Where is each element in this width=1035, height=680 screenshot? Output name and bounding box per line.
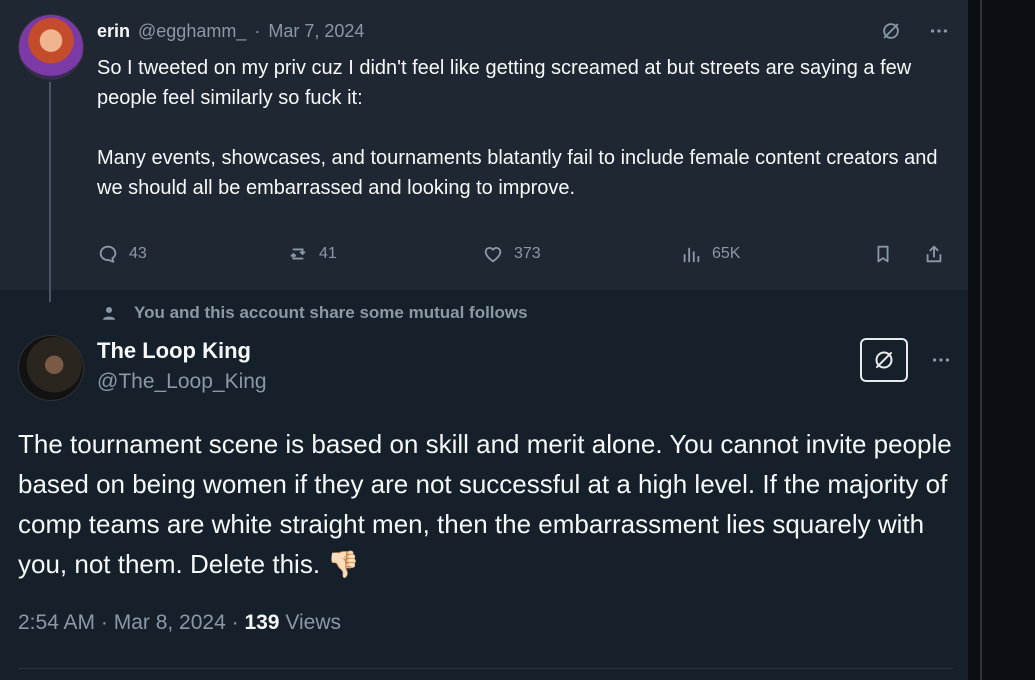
tweet-thread-view: erin @egghamm_ · Mar 7, 2024 So I tweete… xyxy=(0,0,1035,680)
parent-tweet[interactable]: erin @egghamm_ · Mar 7, 2024 So I tweete… xyxy=(0,0,968,302)
right-rail xyxy=(968,0,1035,680)
reply-top-icons xyxy=(860,338,956,382)
parent-tweet-top-icons xyxy=(876,16,954,46)
views-count: 65K xyxy=(712,245,741,262)
like-count: 373 xyxy=(514,245,541,262)
ellipsis-icon[interactable] xyxy=(924,16,954,46)
like-button[interactable]: 373 xyxy=(482,236,541,272)
heart-icon xyxy=(482,243,504,265)
person-icon xyxy=(100,304,118,322)
avatar[interactable] xyxy=(18,14,84,80)
share-button[interactable] xyxy=(923,236,945,272)
separator-dot: · xyxy=(254,20,261,41)
parent-tweet-text: So I tweeted on my priv cuz I didn't fee… xyxy=(97,57,938,199)
parent-tweet-actions: 43 41 373 65K xyxy=(97,236,957,272)
bookmark-icon xyxy=(872,243,894,265)
reply-tweet-text: The tournament scene is based on skill a… xyxy=(18,429,952,579)
reply-icon xyxy=(97,243,119,265)
avatar[interactable] xyxy=(18,335,84,401)
repost-icon xyxy=(287,243,309,265)
grok-icon[interactable] xyxy=(860,338,908,382)
views-label: Views xyxy=(285,611,341,634)
reply-button[interactable]: 43 xyxy=(97,236,147,272)
divider xyxy=(18,668,953,669)
share-icon xyxy=(923,243,945,265)
mutual-follows-text: You and this account share some mutual f… xyxy=(134,303,528,322)
timestamp[interactable]: 2:54 AM · Mar 8, 2024 · xyxy=(18,611,239,634)
ellipsis-icon[interactable] xyxy=(926,345,956,375)
views-button[interactable]: 65K xyxy=(680,236,740,272)
reply-count: 43 xyxy=(129,245,147,262)
reply-author-name[interactable]: The Loop King xyxy=(97,338,251,364)
repost-count: 41 xyxy=(319,245,337,262)
author-name[interactable]: erin xyxy=(97,21,130,42)
grok-icon[interactable] xyxy=(876,16,906,46)
parent-tweet-header: erin @egghamm_ · Mar 7, 2024 xyxy=(97,18,364,44)
mutual-follows-context: You and this account share some mutual f… xyxy=(100,300,528,326)
author-handle[interactable]: @egghamm_ xyxy=(138,21,246,42)
views-count: 139 xyxy=(244,611,280,634)
divider xyxy=(980,0,982,680)
views-icon xyxy=(680,243,702,265)
bookmark-button[interactable] xyxy=(872,236,894,272)
thread-connector-line xyxy=(49,82,51,302)
tweet-date[interactable]: Mar 7, 2024 xyxy=(268,21,364,42)
reply-tweet-meta: 2:54 AM · Mar 8, 2024 · 139 Views xyxy=(18,611,341,635)
reply-author-handle[interactable]: @The_Loop_King xyxy=(97,370,267,394)
repost-button[interactable]: 41 xyxy=(287,236,337,272)
